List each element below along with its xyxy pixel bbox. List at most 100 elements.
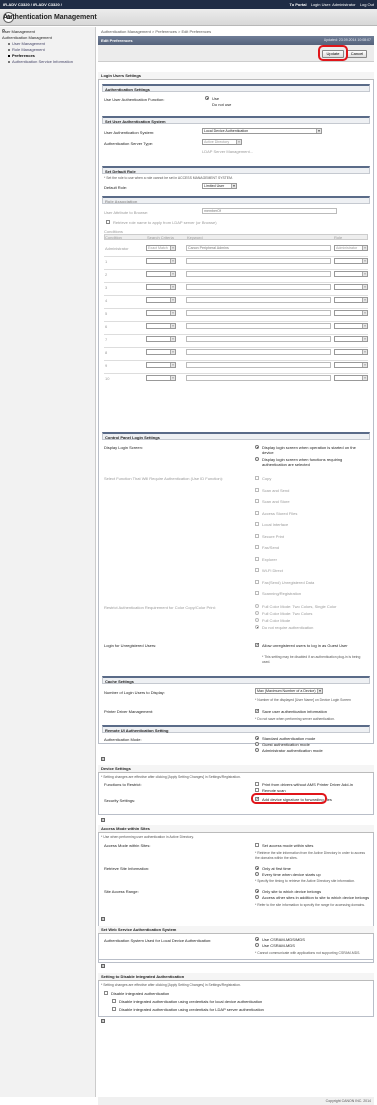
match-select[interactable]: Exact Match: [146, 245, 176, 251]
log-out-link[interactable]: Log Out: [360, 2, 374, 7]
match-select[interactable]: [146, 362, 176, 368]
admin-auth-radio[interactable]: [255, 748, 259, 752]
function-checkbox[interactable]: [255, 487, 259, 492]
keyword-input[interactable]: [186, 362, 331, 368]
row-divider: [104, 269, 368, 270]
keyword-input[interactable]: [186, 323, 331, 329]
keyword-input[interactable]: [186, 258, 331, 264]
color-option-radio[interactable]: [255, 604, 259, 608]
keyword-input[interactable]: [186, 310, 331, 316]
role-select[interactable]: [334, 375, 368, 381]
match-select[interactable]: [146, 258, 176, 264]
role-select[interactable]: [334, 310, 368, 316]
function-checkbox[interactable]: [255, 510, 259, 515]
collapse-toggle-icon[interactable]: ±: [101, 964, 105, 968]
match-select[interactable]: [146, 297, 176, 303]
keyword-input[interactable]: [186, 271, 331, 277]
collapse-toggle-icon[interactable]: ±: [101, 757, 105, 761]
match-select[interactable]: [146, 323, 176, 329]
keyword-input[interactable]: Canon Peripheral Admins: [186, 245, 331, 251]
attr-browse-input[interactable]: memberOf: [202, 208, 337, 214]
role-select[interactable]: [334, 336, 368, 342]
site-range-label: Site Access Range:: [104, 889, 139, 894]
function-checkbox[interactable]: [255, 579, 259, 584]
print-drivers-checkbox[interactable]: [255, 782, 259, 786]
function-checkbox[interactable]: [255, 591, 259, 595]
standard-auth-radio[interactable]: [255, 736, 259, 740]
retrieve-role-checkbox[interactable]: [106, 220, 110, 224]
cancel-button[interactable]: Cancel: [347, 50, 367, 58]
match-select[interactable]: [146, 336, 176, 342]
role-select[interactable]: [334, 349, 368, 355]
function-checkbox[interactable]: [255, 499, 259, 503]
other-sites-option: Access other sites in addition to site t…: [262, 895, 370, 900]
collapse-toggle-icon[interactable]: ±: [101, 818, 105, 822]
function-checkbox[interactable]: [255, 522, 259, 526]
role-select[interactable]: Administrator: [334, 245, 368, 251]
color-option-radio[interactable]: [255, 618, 259, 622]
first-time-radio[interactable]: [255, 866, 259, 870]
keyword-input[interactable]: [186, 297, 331, 303]
match-select[interactable]: [146, 271, 176, 277]
collapse-toggle-icon[interactable]: ±: [101, 1019, 105, 1023]
csram-mds-option: Use CSRAM-MDS: [262, 943, 295, 948]
own-site-radio[interactable]: [255, 889, 259, 893]
csram-mds-mds-radio[interactable]: [255, 937, 259, 941]
disable-local-checkbox[interactable]: [112, 999, 116, 1003]
match-select[interactable]: [146, 349, 176, 355]
auth-system-label: User Authentication System:: [104, 130, 155, 135]
auth-system-select[interactable]: Local Device Authentication: [202, 128, 322, 134]
role-select[interactable]: [334, 297, 368, 303]
color-option-radio[interactable]: [255, 611, 259, 615]
printer-driver-checkbox[interactable]: [255, 708, 259, 714]
ldap-management-link[interactable]: LDAP Server Management...: [202, 149, 253, 154]
color-option-label: Full Color Mode: Two Colors: [262, 611, 313, 616]
function-checkbox[interactable]: [255, 476, 259, 480]
csram-mds-radio[interactable]: [255, 943, 259, 947]
keyword-input[interactable]: [186, 336, 331, 342]
default-role-select[interactable]: Limited User: [202, 183, 237, 189]
display-started-radio[interactable]: [255, 445, 259, 449]
function-checkbox[interactable]: [255, 556, 259, 561]
keyword-input[interactable]: [186, 284, 331, 290]
bullet-icon: [8, 48, 10, 51]
function-label: Explorer: [262, 556, 277, 562]
role-select[interactable]: [334, 258, 368, 264]
function-checkbox[interactable]: [255, 533, 259, 538]
guest-auth-radio[interactable]: [255, 742, 259, 746]
access-mode-checkbox[interactable]: [255, 843, 259, 847]
other-sites-radio[interactable]: [255, 895, 259, 899]
table-row: 3: [104, 282, 368, 294]
disable-integrated-checkbox[interactable]: [104, 991, 108, 995]
function-checkbox[interactable]: [255, 568, 259, 572]
role-select[interactable]: [334, 284, 368, 290]
use-auth-radio[interactable]: [205, 96, 209, 100]
num-users-select[interactable]: Max (Maximum Number of a Device): [255, 688, 323, 694]
standard-auth-option: Standard authentication mode: [262, 736, 316, 741]
login-user-label: Login User: Administrator: [310, 2, 356, 7]
to-portal-link[interactable]: To Portal: [290, 2, 307, 7]
role-select[interactable]: [334, 323, 368, 329]
remote-scan-checkbox[interactable]: [255, 788, 259, 792]
every-time-radio[interactable]: [255, 872, 259, 876]
keyword-input[interactable]: [186, 375, 331, 381]
integrated-section: Setting to Disable Integrated Authentica…: [98, 973, 374, 1012]
unregistered-label: Login for Unregistered Users:: [104, 643, 157, 648]
sidebar: User Management Authentication Managemen…: [0, 27, 96, 1097]
first-time-option: Only at first time: [262, 866, 291, 871]
role-select[interactable]: [334, 271, 368, 277]
disable-ldap-checkbox[interactable]: [112, 1007, 116, 1011]
remote-ui-section: Remote UI Authentication Setting Authent…: [102, 725, 370, 753]
collapse-toggle-icon[interactable]: ±: [101, 917, 105, 921]
match-select[interactable]: [146, 310, 176, 316]
keyword-input[interactable]: [186, 349, 331, 355]
unregistered-checkbox[interactable]: [255, 642, 259, 648]
match-select[interactable]: [146, 375, 176, 381]
role-select[interactable]: [334, 362, 368, 368]
display-functions-radio[interactable]: [255, 457, 259, 461]
sidebar-item-auth-service-info[interactable]: Authentication Service Information: [2, 59, 93, 65]
server-type-select[interactable]: Active Directory: [202, 139, 242, 145]
match-select[interactable]: [146, 284, 176, 290]
function-checkbox[interactable]: [255, 545, 259, 549]
color-option-radio[interactable]: [255, 625, 259, 629]
